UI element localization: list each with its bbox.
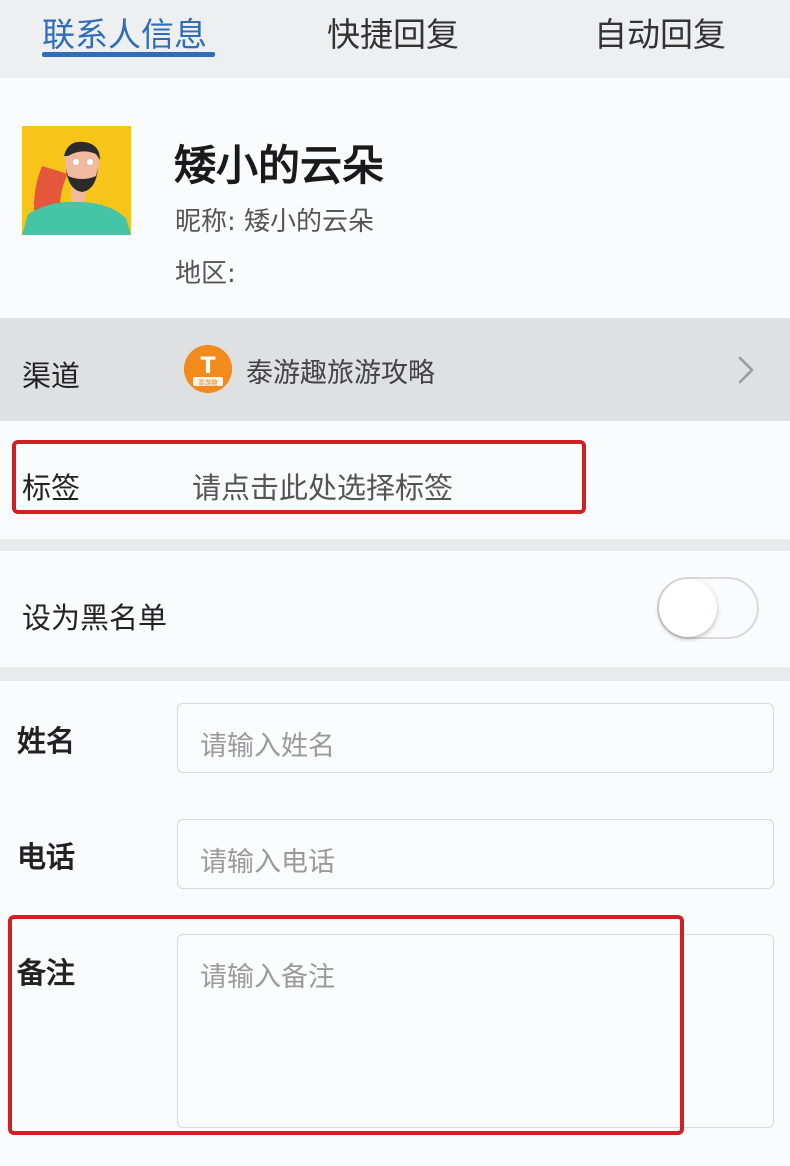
chevron-right-icon [738, 356, 754, 384]
nickname-value: 矮小的云朵 [244, 207, 375, 237]
region-label: 地区: [175, 259, 236, 289]
contact-form: 姓名 请输入姓名 电话 请输入电话 备注 请输入备注 [0, 681, 790, 1166]
channel-label: 渠道 [22, 359, 81, 393]
blacklist-toggle[interactable] [657, 577, 759, 639]
phone-input[interactable]: 请输入电话 [177, 819, 774, 889]
avatar-image [22, 126, 131, 235]
name-placeholder: 请输入姓名 [200, 731, 335, 762]
phone-placeholder: 请输入电话 [200, 847, 335, 878]
name-input[interactable]: 请输入姓名 [177, 703, 774, 773]
name-label: 姓名 [17, 724, 76, 758]
tab-auto-reply[interactable]: 自动回复 [594, 8, 726, 56]
highlight-box-tag [12, 440, 586, 514]
contact-display-name: 矮小的云朵 [174, 141, 385, 190]
highlight-box-note [8, 915, 684, 1135]
profile-section: 矮小的云朵 昵称: 矮小的云朵 地区: [0, 78, 790, 318]
channel-logo-icon: T 泰游趣 [184, 345, 232, 393]
channel-logo-caption: 泰游趣 [198, 378, 218, 387]
section-divider [0, 667, 790, 681]
region-row: 地区: [175, 253, 236, 290]
channel-row[interactable]: 渠道 T 泰游趣 泰游趣旅游攻略 [0, 318, 790, 421]
channel-name: 泰游趣旅游攻略 [246, 358, 435, 389]
toggle-knob [659, 579, 717, 637]
blacklist-row: 设为黑名单 [0, 551, 790, 667]
avatar [22, 126, 131, 235]
channel-logo-letter: T [200, 354, 215, 379]
tab-bar: 联系人信息 快捷回复 自动回复 [0, 0, 790, 78]
blacklist-label: 设为黑名单 [22, 601, 168, 635]
nickname-row: 昵称: 矮小的云朵 [175, 201, 374, 238]
nickname-label: 昵称: [175, 207, 236, 237]
phone-label: 电话 [17, 840, 76, 874]
tab-contact-info[interactable]: 联系人信息 [42, 8, 207, 56]
tag-row[interactable]: 标签 请点击此处选择标签 [0, 421, 790, 539]
section-divider [0, 539, 790, 551]
active-tab-indicator [42, 52, 215, 57]
tab-quick-reply[interactable]: 快捷回复 [327, 8, 459, 56]
